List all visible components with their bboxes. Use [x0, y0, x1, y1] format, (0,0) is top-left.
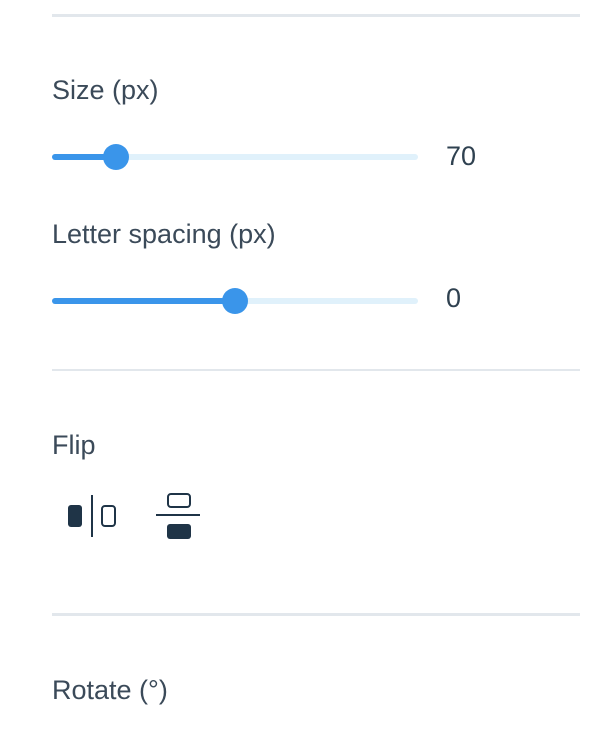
text-settings-panel: Size (px) 70 Letter spacing (px) 0 Flip …: [0, 0, 616, 742]
flip-vertical-icon: [156, 493, 200, 539]
rotate-label: Rotate (°): [52, 675, 168, 705]
letter-spacing-slider-thumb[interactable]: [222, 288, 248, 314]
flip-label: Flip: [52, 430, 96, 460]
middle-divider: [52, 369, 580, 371]
size-value: 70: [446, 141, 477, 171]
size-slider[interactable]: [52, 142, 418, 172]
flip-horizontal-icon: [68, 495, 116, 537]
letter-spacing-value: 0: [446, 283, 462, 313]
size-slider-thumb[interactable]: [103, 144, 129, 170]
size-label: Size (px): [52, 75, 159, 105]
letter-spacing-slider-fill: [52, 298, 235, 304]
flip-horizontal-button[interactable]: [62, 492, 122, 540]
letter-spacing-slider[interactable]: [52, 286, 418, 316]
letter-spacing-label: Letter spacing (px): [52, 219, 276, 249]
bottom-divider: [52, 613, 580, 616]
flip-vertical-button[interactable]: [154, 490, 204, 542]
top-divider: [52, 14, 580, 17]
